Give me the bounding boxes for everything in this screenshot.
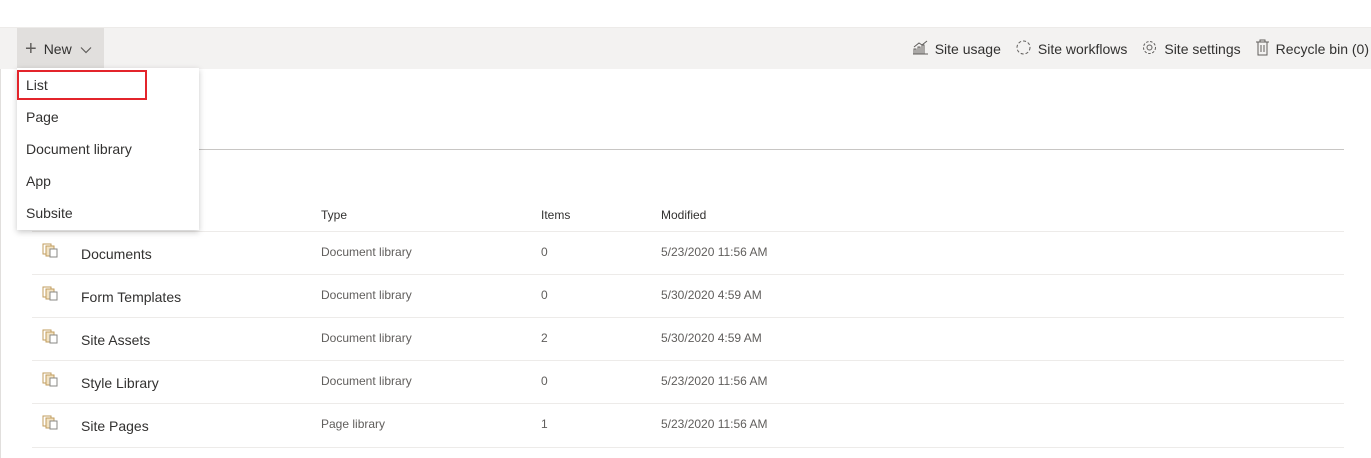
library-icon (42, 372, 59, 392)
row-name[interactable]: Form Templates (81, 289, 181, 305)
row-modified: 5/30/2020 4:59 AM (661, 288, 762, 302)
row-items: 1 (541, 417, 548, 431)
row-modified: 5/23/2020 11:56 AM (661, 245, 768, 259)
chart-icon (912, 40, 935, 58)
table-row[interactable]: Style Library Document library 0 5/23/20… (32, 360, 1344, 404)
table-row[interactable]: Documents Document library 0 5/23/2020 1… (32, 231, 1344, 275)
gear-icon (1141, 39, 1164, 59)
column-header-modified[interactable]: Modified (661, 208, 706, 222)
row-modified: 5/23/2020 11:56 AM (661, 417, 768, 431)
section-divider (199, 149, 1344, 150)
command-bar: + New Site usage Site workflows Site set… (0, 27, 1371, 69)
library-icon (42, 329, 59, 349)
content-frame-edge (0, 68, 1, 458)
row-type: Document library (321, 245, 412, 259)
menu-item-subsite[interactable]: Subsite (26, 203, 73, 223)
recycle-bin-label: Recycle bin (0) (1275, 40, 1369, 57)
row-items: 0 (541, 245, 548, 259)
row-type: Document library (321, 288, 412, 302)
row-name[interactable]: Site Assets (81, 332, 150, 348)
row-type: Page library (321, 417, 386, 431)
row-items: 2 (541, 331, 548, 345)
site-workflows-label: Site workflows (1037, 40, 1128, 57)
table-row[interactable]: Form Templates Document library 0 5/30/2… (32, 274, 1344, 318)
table-row[interactable]: Site Pages Page library 1 5/23/2020 11:5… (32, 403, 1344, 448)
new-button-label: New (43, 40, 72, 57)
new-dropdown-menu: List Page Document library App Subsite (17, 68, 199, 230)
column-header-items[interactable]: Items (541, 208, 570, 222)
library-icon (42, 286, 59, 306)
chevron-down-icon (80, 41, 92, 57)
table-row[interactable]: Site Assets Document library 2 5/30/2020… (32, 317, 1344, 361)
library-icon (42, 243, 59, 263)
menu-item-page[interactable]: Page (26, 107, 59, 127)
site-settings-label: Site settings (1164, 40, 1241, 57)
row-items: 0 (541, 288, 548, 302)
recycle-bin-button[interactable]: Recycle bin (0) (1255, 39, 1369, 59)
library-icon (42, 415, 59, 435)
menu-item-document-library[interactable]: Document library (26, 139, 132, 159)
column-header-type[interactable]: Type (321, 208, 347, 222)
row-modified: 5/23/2020 11:56 AM (661, 374, 768, 388)
site-usage-label: Site usage (934, 40, 1001, 57)
row-name[interactable]: Documents (81, 246, 152, 262)
menu-item-app[interactable]: App (26, 171, 51, 191)
site-workflows-button[interactable]: Site workflows (1015, 39, 1127, 59)
new-button[interactable]: + New (17, 28, 104, 69)
workflow-icon (1015, 39, 1038, 59)
site-settings-button[interactable]: Site settings (1141, 39, 1241, 59)
row-type: Document library (321, 331, 412, 345)
row-name[interactable]: Site Pages (81, 418, 149, 434)
row-type: Document library (321, 374, 412, 388)
trash-icon (1255, 39, 1276, 59)
row-name[interactable]: Style Library (81, 375, 159, 391)
plus-icon: + (25, 37, 37, 60)
row-modified: 5/30/2020 4:59 AM (661, 331, 762, 345)
row-items: 0 (541, 374, 548, 388)
menu-item-list[interactable]: List (26, 75, 48, 95)
site-usage-button[interactable]: Site usage (912, 40, 1001, 58)
